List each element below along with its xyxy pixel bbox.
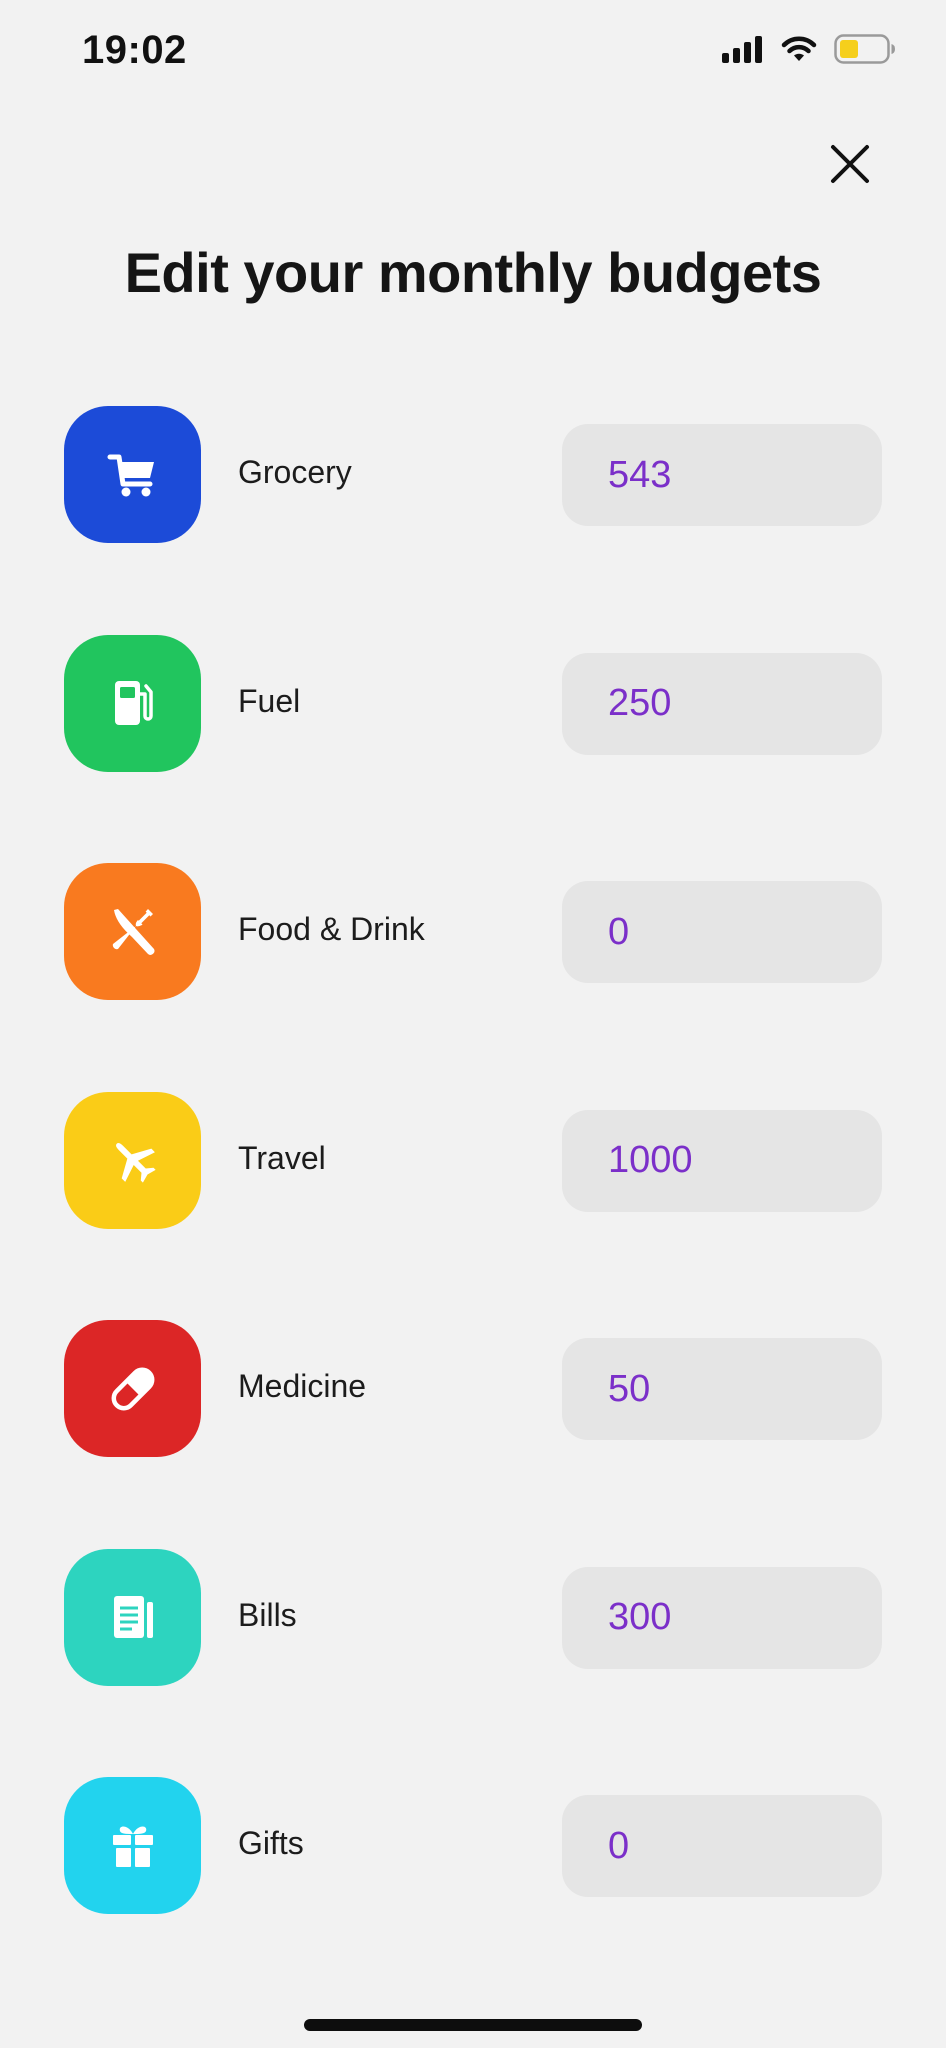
category-icon-fuel — [64, 634, 201, 772]
budget-amount-input-bills[interactable] — [562, 1566, 882, 1669]
wifi-icon — [781, 36, 817, 61]
category-icon-gifts — [64, 1777, 201, 1914]
category-icon-grocery — [64, 406, 201, 543]
home-indicator — [304, 2019, 642, 2031]
category-icon-food-drink — [64, 863, 201, 1000]
battery-icon — [834, 34, 895, 64]
status-icons — [722, 34, 896, 64]
page-title: Edit your monthly budgets — [124, 241, 822, 304]
category-label: Medicine — [238, 1368, 367, 1404]
utensils-icon — [112, 908, 154, 955]
category-label: Grocery — [238, 454, 352, 490]
category-icon-bills — [64, 1548, 201, 1686]
gift-icon — [112, 1825, 153, 1867]
pill-icon — [111, 1367, 154, 1410]
receipt-icon — [113, 1596, 153, 1638]
budget-row-bills: Bills — [0, 1548, 946, 1687]
budget-row-medicine: Medicine — [0, 1320, 946, 1458]
budget-amount-input-gifts[interactable] — [562, 1795, 882, 1897]
budget-amount-input-travel[interactable] — [562, 1109, 882, 1212]
cellular-signal-icon — [722, 36, 762, 63]
budget-row-gifts: Gifts — [0, 1777, 946, 1915]
budget-row-grocery: Grocery — [0, 406, 946, 544]
category-label: Travel — [238, 1139, 326, 1176]
status-time: 19:02 — [82, 28, 187, 72]
budget-row-fuel: Fuel — [0, 634, 946, 773]
status-bar: 19:02 — [0, 0, 946, 110]
category-icon-medicine — [64, 1320, 201, 1457]
close-button[interactable] — [820, 134, 880, 194]
fuel-pump-icon — [114, 681, 153, 725]
budget-row-travel: Travel — [0, 1091, 946, 1230]
budget-amount-input-food-drink[interactable] — [562, 881, 882, 983]
category-label: Food & Drink — [238, 911, 425, 947]
budget-row-food-drink: Food & Drink — [0, 863, 946, 1001]
category-label: Gifts — [238, 1825, 304, 1861]
category-icon-travel — [64, 1091, 201, 1229]
category-label: Bills — [238, 1596, 297, 1633]
budget-amount-input-medicine[interactable] — [562, 1338, 882, 1440]
close-icon — [831, 145, 869, 183]
budget-list: Grocery Fuel Food & Drink — [0, 406, 946, 2006]
cart-icon — [107, 454, 154, 496]
category-label: Fuel — [238, 682, 301, 719]
airplane-icon — [115, 1143, 156, 1183]
budget-amount-input-grocery[interactable] — [562, 424, 882, 526]
budget-amount-input-fuel[interactable] — [562, 652, 882, 755]
